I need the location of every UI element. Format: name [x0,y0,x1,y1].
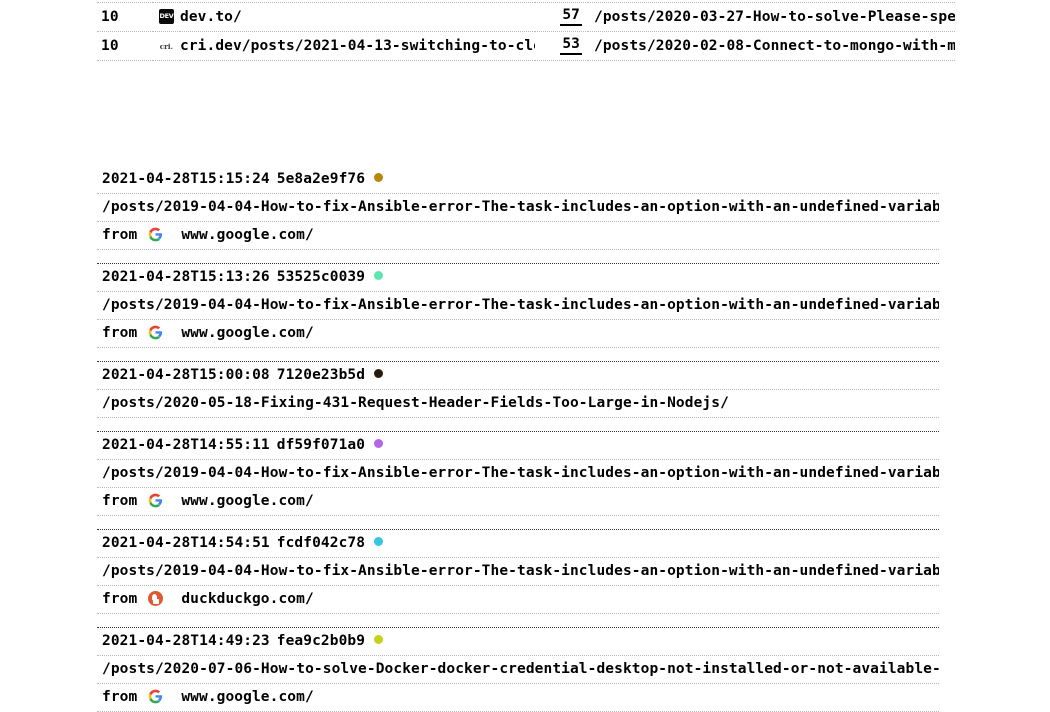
entry-hash: 7120e23b5d [276,367,366,383]
google-favicon [148,325,163,340]
entry-header: 2021-04-28T14:55:11 df59f071a0 [97,432,939,460]
visitor-color-dot [374,537,384,546]
entry-referrer-line: from www.google.com/ [97,488,939,516]
entry-spacer [97,418,939,431]
entry-referrer-line: from duckduckgo.com/ [97,586,939,614]
from-label: from [102,689,138,705]
entry-path[interactable]: /posts/2019-04-04-How-to-fix-Ansible-err… [97,460,939,488]
visitor-color-dot [374,173,384,182]
google-favicon [148,493,163,508]
visitor-color-dot [374,439,384,448]
entry-path[interactable]: /posts/2020-07-06-How-to-solve-Docker-do… [97,656,939,684]
row-hits-cell: 57 [535,2,588,32]
entry-referrer-line: from www.google.com/ [97,222,939,250]
row-hits: 53 [560,36,582,55]
row-hits: 57 [560,7,582,26]
from-label: from [102,591,138,607]
duckduckgo-favicon [148,591,164,606]
visitor-color-dot [374,369,384,378]
entry-spacer [97,614,939,627]
row-count: 10 [97,2,153,32]
entry-path[interactable]: /posts/2019-04-04-How-to-fix-Ansible-err… [97,194,939,222]
table-row[interactable]: 10 DEV dev.to/ 57 /posts/2020-03-27-How-… [97,2,955,32]
entry-path[interactable]: /posts/2020-05-18-Fixing-431-Request-Hea… [97,390,939,418]
entry-referrer-line: from www.google.com/ [97,684,939,712]
entry-hash: 53525c0039 [276,269,366,285]
row-path[interactable]: /posts/2020-03-27-How-to-solve-Please-sp… [588,2,955,32]
list-item: 2021-04-28T14:55:11 df59f071a0 /posts/201… [97,431,939,529]
entry-referrer-domain[interactable]: www.google.com/ [181,493,313,509]
row-domain[interactable]: cri.dev/posts/2021-04-13-switching-to-cl… [180,31,535,61]
entry-spacer [97,516,939,529]
entry-header: 2021-04-28T15:00:08 7120e23b5d [97,362,939,390]
cri-dev-favicon: cri. [159,37,174,53]
list-item: 2021-04-28T14:49:23 fea9c2b0b9 /posts/202… [97,627,939,712]
entry-timestamp: 2021-04-28T14:55:11 [102,437,270,453]
from-label: from [102,493,138,509]
entry-timestamp: 2021-04-28T14:49:23 [102,633,270,649]
row-domain[interactable]: dev.to/ [180,2,535,32]
entry-header: 2021-04-28T14:54:51 fcdf042c78 [97,530,939,558]
from-label: from [102,325,138,341]
entry-timestamp: 2021-04-28T15:15:24 [102,171,270,187]
referrers-table: 12 old.reddit.com/ 57 /posts/2020-03-30-… [97,0,955,61]
entry-timestamp: 2021-04-28T15:13:26 [102,269,270,285]
row-favicon-cell: cri. [153,31,180,61]
analytics-page: 12 old.reddit.com/ 57 /posts/2020-03-30-… [0,0,1050,712]
entry-hash: fcdf042c78 [276,535,366,551]
list-item: 2021-04-28T15:00:08 7120e23b5d /posts/202… [97,361,939,431]
entry-referrer-domain[interactable]: duckduckgo.com/ [181,591,313,607]
google-favicon [148,689,163,704]
visitor-color-dot [374,635,384,644]
entry-referrer-line: from www.google.com/ [97,320,939,348]
list-item: 2021-04-28T15:13:26 53525c0039 /posts/201… [97,263,939,361]
entry-header: 2021-04-28T15:15:24 5e8a2e9f76 [97,166,939,194]
visitor-color-dot [374,271,384,280]
entry-spacer [97,250,939,263]
entry-timestamp: 2021-04-28T14:54:51 [102,535,270,551]
entry-path[interactable]: /posts/2019-04-04-How-to-fix-Ansible-err… [97,292,939,320]
google-favicon [148,227,163,242]
referrers-table-body: 12 old.reddit.com/ 57 /posts/2020-03-30-… [97,0,955,61]
list-item: 2021-04-28T14:54:51 fcdf042c78 /posts/201… [97,529,939,627]
row-count: 10 [97,31,153,61]
entry-spacer [97,348,939,361]
list-item: 2021-04-28T15:15:24 5e8a2e9f76 /posts/201… [97,166,939,263]
entry-referrer-domain[interactable]: www.google.com/ [181,689,313,705]
entry-path[interactable]: /posts/2019-04-04-How-to-fix-Ansible-err… [97,558,939,586]
row-favicon-cell: DEV [153,2,180,32]
entry-timestamp: 2021-04-28T15:00:08 [102,367,270,383]
dev-to-favicon: DEV [159,8,174,24]
table-row[interactable]: 10 cri. cri.dev/posts/2021-04-13-switchi… [97,31,955,61]
entry-hash: fea9c2b0b9 [276,633,366,649]
entry-hash: df59f071a0 [276,437,366,453]
entry-referrer-domain[interactable]: www.google.com/ [181,227,313,243]
entry-header: 2021-04-28T14:49:23 fea9c2b0b9 [97,628,939,656]
entry-header: 2021-04-28T15:13:26 53525c0039 [97,264,939,292]
row-hits-cell: 53 [535,31,588,61]
from-label: from [102,227,138,243]
entry-referrer-domain[interactable]: www.google.com/ [181,325,313,341]
row-path[interactable]: /posts/2020-02-08-Connect-to-mongo-with-… [588,31,955,61]
entry-hash: 5e8a2e9f76 [276,171,366,187]
visit-log: 2021-04-28T15:15:24 5e8a2e9f76 /posts/201… [97,166,939,712]
